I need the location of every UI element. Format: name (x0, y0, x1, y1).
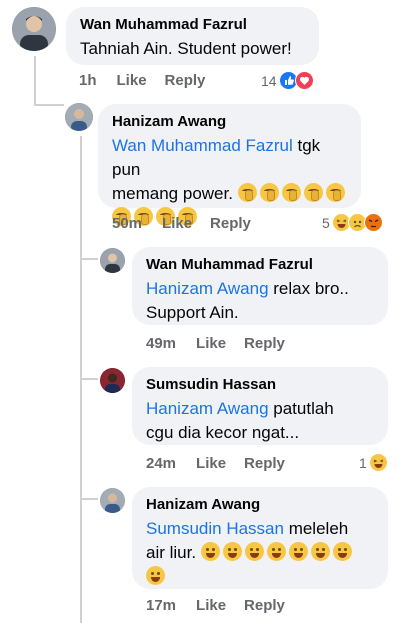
reaction-count: 14 (261, 72, 277, 89)
avatar[interactable] (65, 103, 93, 131)
like-button[interactable]: Like (196, 335, 226, 352)
angry-icon (363, 213, 383, 232)
haha-icon (368, 453, 388, 472)
thread-line-root (34, 56, 36, 106)
comment-text-part: cgu dia kecor ngat... (146, 423, 300, 442)
like-button[interactable]: Like (196, 597, 226, 614)
mention-link[interactable]: Sumsudin Hassan (146, 519, 284, 538)
comment-text-part: Support Ain. (146, 303, 239, 322)
mention-link[interactable]: Hanizam Awang (146, 279, 269, 298)
comment-time[interactable]: 49m (146, 335, 176, 352)
reply-button[interactable]: Reply (244, 455, 285, 472)
reaction-count: 5 (322, 214, 330, 231)
reply-button[interactable]: Reply (165, 72, 206, 89)
avatar[interactable] (12, 7, 56, 51)
thread-line-branch-2 (80, 378, 98, 380)
comment-text-part: memang power. (112, 184, 233, 203)
comment-time[interactable]: 50m (112, 215, 142, 232)
comment-text-part: air liur. (146, 543, 197, 562)
rolling-laughing-icon (146, 566, 168, 586)
like-button[interactable]: Like (117, 72, 147, 89)
comment-text: Sumsudin Hassan meleleh air liur. (146, 517, 376, 589)
comment-text: Tahniah Ain. Student power! (80, 39, 292, 58)
like-button[interactable]: Like (196, 455, 226, 472)
comment-bubble: Wan Muhammad Fazrul Hanizam Awang relax … (132, 247, 388, 325)
avatar[interactable] (100, 248, 125, 273)
avatar[interactable] (100, 488, 125, 513)
reply-button[interactable]: Reply (210, 215, 251, 232)
reply-button[interactable]: Reply (244, 597, 285, 614)
comment-actions: 49m Like Reply (146, 335, 303, 352)
comment-actions: 1h Like Reply (79, 72, 223, 89)
mention-link[interactable]: Wan Muhammad Fazrul (112, 136, 293, 155)
rolling-laughing-icon (200, 542, 355, 562)
comment-text-part: patutlah (268, 399, 334, 418)
comment-time[interactable]: 24m (146, 455, 176, 472)
thread-line-root-curve (34, 104, 64, 106)
reply-button[interactable]: Reply (244, 335, 285, 352)
comment-bubble: Sumsudin Hassan Hanizam Awang patutlah c… (132, 367, 388, 445)
comment-author[interactable]: Wan Muhammad Fazrul (80, 15, 307, 34)
thread-line-branch-1 (80, 258, 98, 260)
comment-author[interactable]: Wan Muhammad Fazrul (146, 255, 376, 274)
comment-time[interactable]: 17m (146, 597, 176, 614)
comment-bubble: Hanizam Awang Sumsudin Hassan meleleh ai… (132, 487, 388, 589)
comment-bubble: Wan Muhammad Fazrul Tahniah Ain. Student… (66, 7, 319, 65)
comment-text: Hanizam Awang patutlah cgu dia kecor nga… (146, 397, 376, 445)
comment-text-part: meleleh (283, 519, 349, 538)
comment-author[interactable]: Hanizam Awang (112, 112, 349, 131)
love-icon (294, 71, 314, 90)
reaction-count: 1 (359, 454, 367, 471)
comment-bubble: Hanizam Awang Wan Muhammad Fazrul tgk pu… (98, 104, 361, 226)
comment-time[interactable]: 1h (79, 72, 97, 89)
like-button[interactable]: Like (162, 215, 192, 232)
shushing-face-icon (237, 183, 348, 203)
comment-text-part: relax bro.. (268, 279, 349, 298)
reaction-summary[interactable]: 14 (261, 71, 314, 90)
mention-link[interactable]: Hanizam Awang (146, 399, 269, 418)
avatar[interactable] (100, 368, 125, 393)
comment-author[interactable]: Sumsudin Hassan (146, 375, 376, 394)
reaction-summary[interactable]: 1 (359, 453, 388, 472)
comment-author[interactable]: Hanizam Awang (146, 495, 376, 514)
thread-line-branch-3 (80, 498, 98, 500)
comment-actions: 50m Like Reply (112, 215, 269, 232)
comment-actions: 17m Like Reply (146, 597, 303, 614)
comment-actions: 24m Like Reply (146, 455, 303, 472)
reaction-summary[interactable]: 5 (322, 213, 383, 232)
comment-text: Hanizam Awang relax bro.. Support Ain. (146, 277, 376, 325)
